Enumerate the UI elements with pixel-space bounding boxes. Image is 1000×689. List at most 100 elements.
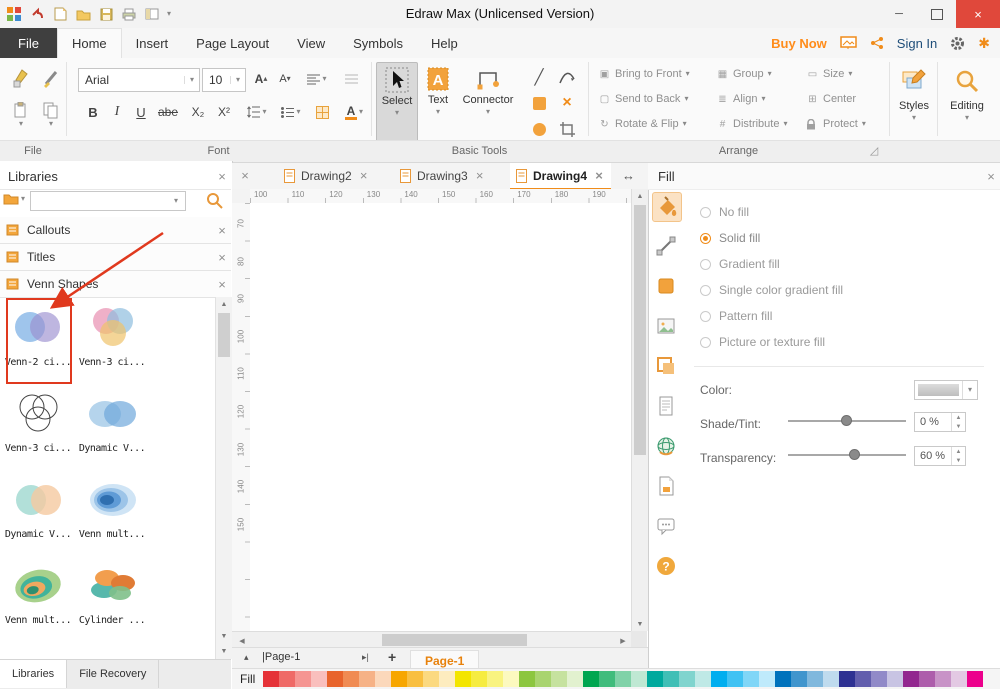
styles-button[interactable]: Styles ▾ [893, 64, 935, 140]
tab-drawing2[interactable]: Drawing2 × [278, 163, 376, 188]
shape-dynamic-venn-thumbnail[interactable] [82, 389, 142, 439]
fill-option-picture-texture-fill[interactable]: Picture or texture fill [700, 334, 825, 350]
shape-venn-multi-thumbnail[interactable] [82, 475, 142, 525]
select-tool-button[interactable]: Select ▾ [376, 62, 418, 142]
library-scrollbar-thumb[interactable] [218, 313, 230, 357]
font-size-select[interactable]: 10 ▾ [202, 68, 246, 92]
shape-venn3-thumbnail[interactable] [82, 303, 142, 353]
transparency-spinner[interactable]: 60 % ▲▼ [914, 446, 966, 466]
fill-option-single-color-gradient[interactable]: Single color gradient fill [700, 282, 843, 298]
line-style-icon[interactable] [652, 232, 680, 260]
shape-dynamic-venn2-thumbnail[interactable] [8, 475, 68, 525]
shape-venn3-outline-thumbnail[interactable] [8, 389, 68, 439]
library-search-button[interactable] [206, 192, 224, 210]
rectangle-tool-icon[interactable] [528, 92, 550, 114]
tab-drawing4[interactable]: Drawing4 × [510, 163, 611, 190]
library-section-titles[interactable]: Titles × [0, 244, 231, 271]
fill-option-pattern-fill[interactable]: Pattern fill [700, 308, 772, 324]
size-button[interactable]: ▭ Size▾ [806, 68, 852, 80]
palette-swatch[interactable] [375, 671, 391, 687]
distribute-button[interactable]: # Distribute▾ [716, 118, 787, 130]
palette-swatch[interactable] [439, 671, 455, 687]
palette-swatch[interactable] [759, 671, 775, 687]
horizontal-scrollbar-thumb[interactable] [382, 634, 527, 646]
palette-swatch[interactable] [471, 671, 487, 687]
border-grid-icon[interactable] [310, 100, 334, 124]
fill-panel-close-icon[interactable]: × [982, 169, 1000, 184]
copy-button[interactable]: ▾ [38, 98, 64, 132]
menu-tab-home[interactable]: Home [57, 28, 122, 59]
vertical-scrollbar-thumb[interactable] [634, 205, 646, 455]
layers-icon[interactable] [652, 352, 680, 380]
group-button[interactable]: ▦ Group▾ [716, 68, 772, 80]
help-icon[interactable]: ? [652, 552, 680, 580]
palette-swatch[interactable] [919, 671, 935, 687]
palette-swatch[interactable] [871, 671, 887, 687]
page-nav-label[interactable]: |Page-1 [262, 651, 300, 663]
palette-swatch[interactable] [327, 671, 343, 687]
format-painter-icon[interactable] [8, 64, 34, 92]
shape-venn-multi2-thumbnail[interactable] [8, 561, 68, 611]
palette-swatch[interactable] [407, 671, 423, 687]
settings-gear-icon[interactable] [950, 36, 965, 51]
palette-swatch[interactable] [711, 671, 727, 687]
curve-tool-icon[interactable] [556, 66, 578, 88]
library-scrollbar[interactable]: ▲ ▼ ▼ [215, 297, 232, 659]
style-brush-icon[interactable] [38, 64, 64, 92]
strikethrough-button[interactable]: abe [154, 100, 182, 124]
palette-swatch[interactable] [519, 671, 535, 687]
menu-tab-view[interactable]: View [283, 28, 339, 58]
delete-tool-icon[interactable]: × [556, 92, 578, 114]
paste-button[interactable]: ▾ [8, 98, 34, 132]
palette-swatch[interactable] [263, 671, 279, 687]
palette-swatch[interactable] [503, 671, 519, 687]
scroll-left-icon[interactable]: ◀ [234, 634, 250, 648]
shape-style-icon[interactable] [652, 272, 680, 300]
palette-swatch[interactable] [391, 671, 407, 687]
libraries-close-icon[interactable]: × [213, 169, 231, 184]
palette-swatch[interactable] [903, 671, 919, 687]
palette-swatch[interactable] [551, 671, 567, 687]
palette-swatch[interactable] [359, 671, 375, 687]
shade-tint-spinner[interactable]: 0 % ▲▼ [914, 412, 966, 432]
palette-swatch[interactable] [791, 671, 807, 687]
palette-swatch[interactable] [599, 671, 615, 687]
tab-file-recovery[interactable]: File Recovery [67, 660, 159, 688]
palette-swatch[interactable] [679, 671, 695, 687]
line-spacing-button[interactable]: ▾ [242, 100, 272, 124]
tab-libraries[interactable]: Libraries [0, 660, 67, 688]
palette-swatch[interactable] [455, 671, 471, 687]
palette-swatch[interactable] [887, 671, 903, 687]
menu-tab-symbols[interactable]: Symbols [339, 28, 417, 58]
send-to-back-button[interactable]: ▢ Send to Back▾ [598, 93, 688, 105]
fill-option-solid-fill[interactable]: Solid fill [700, 230, 760, 246]
palette-swatch[interactable] [839, 671, 855, 687]
page-setup-icon[interactable] [652, 472, 680, 500]
maximize-button[interactable] [918, 0, 956, 28]
spinner-up-icon[interactable]: ▲ [952, 447, 965, 456]
spinner-down-icon[interactable]: ▼ [952, 456, 965, 465]
text-direction-icon[interactable] [338, 68, 364, 90]
align-button[interactable]: ≣ Align▾ [716, 93, 765, 105]
underline-button[interactable]: U [130, 100, 152, 124]
tab-close-icon[interactable]: × [593, 168, 605, 183]
collapse-pagebar-icon[interactable]: ▴ [244, 652, 249, 663]
bring-to-front-button[interactable]: ▣ Bring to Front▾ [598, 68, 690, 80]
palette-swatch[interactable] [615, 671, 631, 687]
line-tool-icon[interactable]: ╱ [528, 66, 550, 88]
protect-button[interactable]: Protect▾ [806, 118, 866, 130]
palette-swatch[interactable] [967, 671, 983, 687]
next-page-icon[interactable]: ▸| [362, 652, 369, 663]
transparency-slider[interactable] [788, 448, 906, 462]
active-page-tab[interactable]: Page-1 [410, 650, 479, 670]
tab-close-icon[interactable]: × [358, 168, 370, 183]
editing-button[interactable]: Editing ▾ [941, 64, 993, 140]
tab-scroll-icon[interactable]: ↔ [622, 168, 635, 183]
tab-close-icon[interactable]: × [474, 168, 486, 183]
palette-swatch[interactable] [583, 671, 599, 687]
close-button[interactable]: × [956, 0, 1000, 28]
scroll-up-icon[interactable]: ▲ [216, 297, 232, 311]
italic-button[interactable]: I [106, 100, 128, 124]
text-align-button[interactable]: ▾ [302, 68, 332, 90]
section-close-icon[interactable]: × [213, 277, 231, 292]
